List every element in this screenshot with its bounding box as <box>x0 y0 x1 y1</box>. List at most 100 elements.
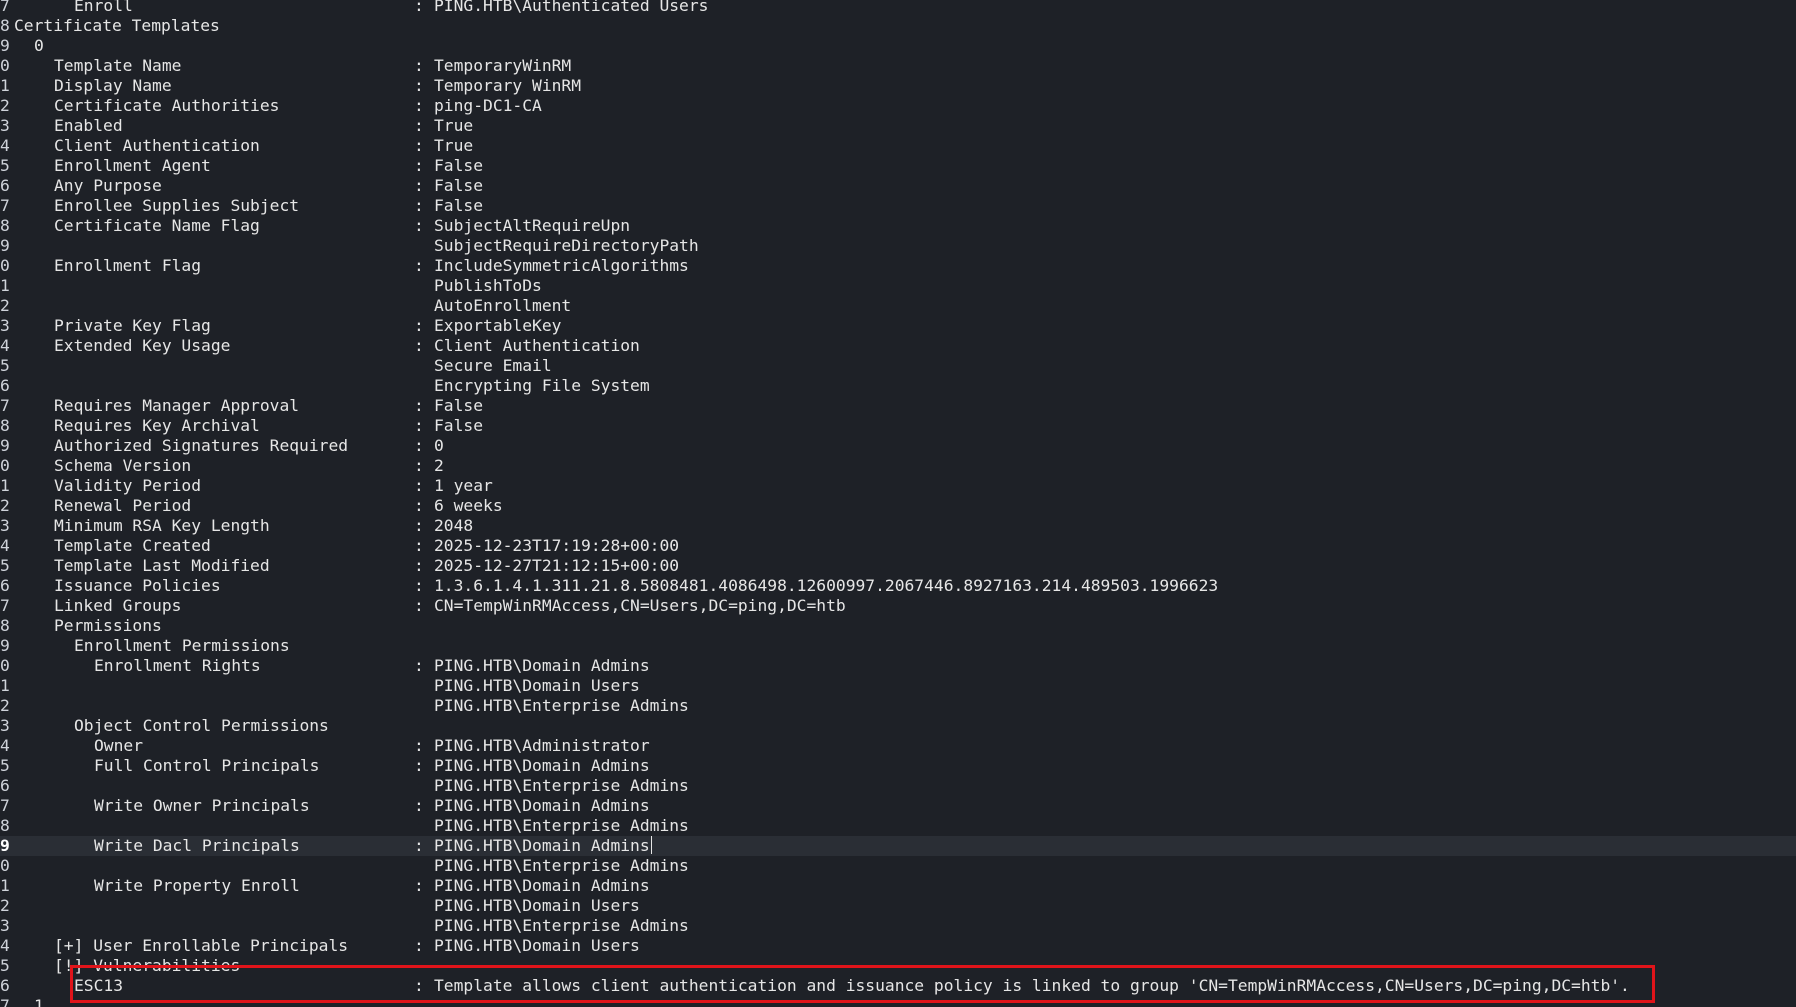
line-number: 4 <box>0 536 10 555</box>
field-key: Renewal Period <box>54 496 192 515</box>
field-key: Schema Version <box>54 456 192 475</box>
field-value: PING.HTB\Administrator <box>434 736 650 755</box>
field-value: Encrypting File System <box>434 376 650 395</box>
field-value: False <box>434 196 484 215</box>
field-value: 6 weeks <box>434 496 503 515</box>
field-separator: : <box>414 736 424 755</box>
field-key: Write Dacl Principals <box>94 836 300 855</box>
field-value: PING.HTB\Enterprise Admins <box>434 856 689 875</box>
field-value: False <box>434 396 484 415</box>
field-key: Linked Groups <box>54 596 182 615</box>
field-key: Enrollment Permissions <box>74 636 290 655</box>
output-line: 5 Enrollment Agent: False <box>0 156 1796 176</box>
line-number: 3 <box>0 716 10 735</box>
field-separator: : <box>414 96 424 115</box>
line-number: 7 <box>0 0 10 15</box>
field-value: PING.HTB\Domain Admins <box>434 836 652 855</box>
output-line: 1 PING.HTB\Domain Users <box>0 676 1796 696</box>
field-separator: : <box>414 436 424 455</box>
line-number: 3 <box>0 316 10 335</box>
field-separator: : <box>414 656 424 675</box>
field-key: 0 <box>34 36 44 55</box>
output-line: 7 Requires Manager Approval: False <box>0 396 1796 416</box>
output-line: 7 Write Owner Principals: PING.HTB\Domain … <box>0 796 1796 816</box>
field-key: Extended Key Usage <box>54 336 231 355</box>
field-key: Owner <box>94 736 144 755</box>
field-key: Enrollment Agent <box>54 156 211 175</box>
line-number: 0 <box>0 656 10 675</box>
field-key: Requires Key Archival <box>54 416 260 435</box>
line-number: 2 <box>0 296 10 315</box>
field-value: 2 <box>434 456 444 475</box>
line-number: 1 <box>0 676 10 695</box>
line-number: 6 <box>0 776 10 795</box>
line-number: 3 <box>0 116 10 135</box>
field-separator: : <box>414 536 424 555</box>
output-line: 1 Write Property Enroll: PING.HTB\Domain A… <box>0 876 1796 896</box>
line-number: 6 <box>0 576 10 595</box>
field-key: [!] Vulnerabilities <box>54 956 241 975</box>
line-number: 1 <box>0 276 10 295</box>
line-number: 7 <box>0 396 10 415</box>
line-number: 5 <box>0 556 10 575</box>
output-line: 5 Full Control Principals: PING.HTB\Domain… <box>0 756 1796 776</box>
output-line: 2 PING.HTB\Enterprise Admins <box>0 696 1796 716</box>
field-value: PING.HTB\Domain Admins <box>434 756 650 775</box>
field-separator: : <box>414 576 424 595</box>
line-number: 0 <box>0 256 10 275</box>
line-number: 6 <box>0 376 10 395</box>
field-key: Minimum RSA Key Length <box>54 516 270 535</box>
output-line: 90 <box>0 36 1796 56</box>
output-line: 8 Requires Key Archival: False <box>0 416 1796 436</box>
field-value: Client Authentication <box>434 336 640 355</box>
line-number: 9 <box>0 36 10 55</box>
field-separator: : <box>414 476 424 495</box>
line-number: 8 <box>0 16 10 35</box>
line-number: 2 <box>0 96 10 115</box>
field-value: PING.HTB\Domain Admins <box>434 656 650 675</box>
line-number: 8 <box>0 616 10 635</box>
output-line: 3 Private Key Flag: ExportableKey <box>0 316 1796 336</box>
field-key: Template Name <box>54 56 182 75</box>
output-line: 6 Encrypting File System <box>0 376 1796 396</box>
line-number: 8 <box>0 216 10 235</box>
field-key: Enabled <box>54 116 123 135</box>
line-number: 4 <box>0 136 10 155</box>
line-number: 3 <box>0 516 10 535</box>
field-key: Requires Manager Approval <box>54 396 300 415</box>
output-line: 4 Template Created:2025-12-23T17:19:28+00… <box>0 536 1796 556</box>
field-separator: : <box>414 196 424 215</box>
field-separator: : <box>414 0 424 15</box>
line-number: 1 <box>0 76 10 95</box>
output-line: 6 Any Purpose: False <box>0 176 1796 196</box>
field-separator: : <box>414 796 424 815</box>
output-line: 0 Enrollment Flag: IncludeSymmetricAlgorit… <box>0 256 1796 276</box>
field-key: Validity Period <box>54 476 202 495</box>
output-line: 7 Enroll: PING.HTB\Authenticated Users <box>0 0 1796 16</box>
output-line: 6 PING.HTB\Enterprise Admins <box>0 776 1796 796</box>
field-value: False <box>434 156 484 175</box>
field-separator: : <box>414 456 424 475</box>
field-value: AutoEnrollment <box>434 296 572 315</box>
field-value: False <box>434 416 484 435</box>
output-line: 9 SubjectRequireDirectoryPath <box>0 236 1796 256</box>
field-key: 1 <box>34 996 44 1007</box>
field-key: Enroll <box>74 0 133 15</box>
field-value: PING.HTB\Enterprise Admins <box>434 696 689 715</box>
field-separator: : <box>414 316 424 335</box>
line-number: 8 <box>0 416 10 435</box>
output-line: 6 ESC13: Template allows client authentica… <box>0 976 1796 996</box>
field-value: CN=TempWinRMAccess,CN=Users,DC=ping,DC=h… <box>434 596 846 615</box>
output-line: 2 Certificate Authorities: ping-DC1-CA <box>0 96 1796 116</box>
field-key: Any Purpose <box>54 176 162 195</box>
field-value: 0 <box>434 436 444 455</box>
line-number: 5 <box>0 956 10 975</box>
field-value: 2025-12-27T21:12:15+00:00 <box>434 556 680 575</box>
line-number: 0 <box>0 56 10 75</box>
output-line: 8 Certificate Templates <box>0 16 1796 36</box>
line-number: 4 <box>0 336 10 355</box>
field-value: PublishToDs <box>434 276 542 295</box>
line-number: 2 <box>0 896 10 915</box>
line-number: 4 <box>0 736 10 755</box>
terminal-output[interactable]: 7 Enroll: PING.HTB\Authenticated Users 8 Cer… <box>0 0 1796 1007</box>
